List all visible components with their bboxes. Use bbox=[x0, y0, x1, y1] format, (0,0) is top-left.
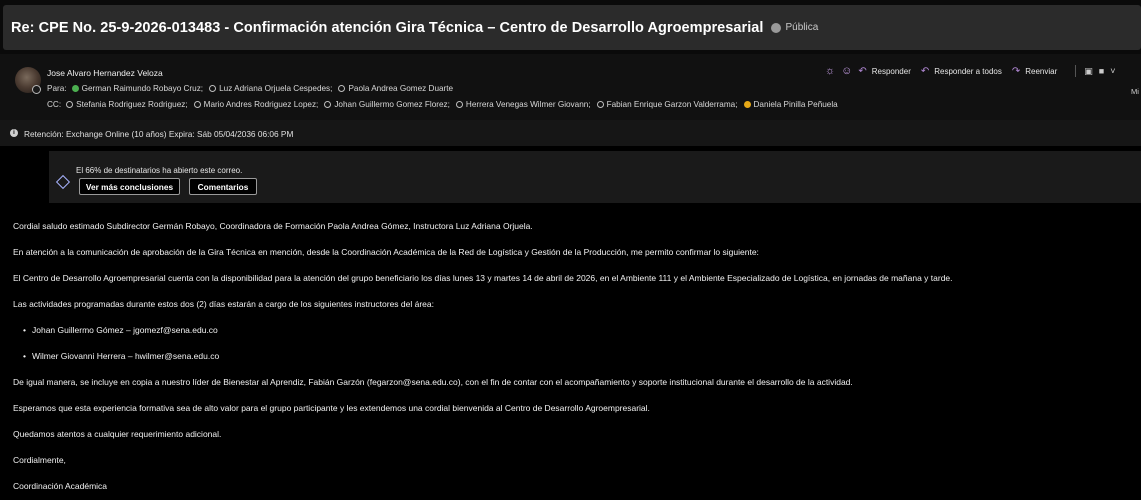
recipient[interactable]: Johan Guillermo Gomez Florez; bbox=[324, 100, 450, 109]
recipient[interactable]: Mario Andres Rodriguez Lopez; bbox=[193, 100, 319, 109]
recipient-name: Fabian Enrique Garzon Valderrama; bbox=[606, 100, 738, 109]
subject-title: Re: CPE No. 25-9-2026-013483 - Confirmac… bbox=[11, 19, 764, 36]
recipient-name: Daniela Pinilla Peñuela bbox=[753, 100, 838, 109]
cc-recipients: CC: Stefania Rodriguez Rodriguez; Mario … bbox=[47, 100, 844, 109]
recipient[interactable]: Luz Adriana Orjuela Cespedes; bbox=[209, 84, 332, 93]
view-icon[interactable]: ■ bbox=[1099, 66, 1104, 76]
reply-all-label: Responder a todos bbox=[934, 66, 1002, 76]
status-online-icon bbox=[71, 85, 79, 92]
reply-all-icon: ↶ bbox=[920, 65, 930, 77]
status-offline-icon bbox=[324, 101, 332, 108]
more-insights-button[interactable]: Ver más conclusiones bbox=[79, 178, 180, 195]
message-date: Mi bbox=[1131, 87, 1139, 96]
recipient[interactable]: Paola Andrea Gomez Duarte bbox=[338, 84, 453, 93]
recipient[interactable]: Daniela Pinilla Peñuela bbox=[743, 100, 838, 109]
status-away-icon bbox=[743, 101, 751, 108]
cc-label: CC: bbox=[47, 100, 62, 109]
sender-name[interactable]: Jose Alvaro Hernandez Veloza bbox=[47, 68, 163, 78]
toolbar-divider bbox=[1075, 65, 1077, 77]
forward-label: Reenviar bbox=[1025, 66, 1058, 76]
list-item: Johan Guillermo Gómez – jgomezf@sena.edu… bbox=[23, 325, 218, 335]
apps-icon[interactable]: ▣ bbox=[1084, 66, 1093, 77]
subject-box: Re: CPE No. 25-9-2026-013483 - Confirmac… bbox=[3, 5, 1141, 50]
forward-button[interactable]: ↷ Reenviar bbox=[1012, 66, 1057, 77]
body-paragraph: El Centro de Desarrollo Agroempresarial … bbox=[13, 273, 953, 283]
forward-icon: ↷ bbox=[1011, 65, 1021, 77]
body-paragraph: En atención a la comunicación de aprobac… bbox=[13, 247, 759, 257]
reply-icon: ↶ bbox=[858, 65, 867, 77]
to-recipients: Para: German Raimundo Robayo Cruz; Luz A… bbox=[47, 84, 459, 93]
message-actions: ☼ ☺ ↶ Responder ↶ Responder a todos ↷ Reenv… bbox=[825, 63, 1121, 79]
read-insights-panel bbox=[49, 151, 1141, 203]
body-paragraph: Cordial saludo estimado Subdirector Germ… bbox=[13, 221, 533, 231]
chevron-down-icon[interactable]: ˅ bbox=[1110, 66, 1115, 76]
status-offline-icon bbox=[66, 101, 74, 108]
sun-icon[interactable]: ☼ bbox=[825, 65, 835, 77]
retention-text: Retención: Exchange Online (10 años) Exp… bbox=[24, 129, 294, 139]
recipient[interactable]: Stefania Rodriguez Rodriguez; bbox=[66, 100, 188, 109]
recipient-name: Paola Andrea Gomez Duarte bbox=[348, 84, 454, 93]
status-offline-icon bbox=[596, 101, 604, 108]
recipient-name: Herrera Venegas Wilmer Giovann; bbox=[465, 100, 591, 109]
list-item: Wilmer Giovanni Herrera – hwilmer@sena.e… bbox=[23, 351, 219, 361]
recipient[interactable]: Fabian Enrique Garzon Valderrama; bbox=[596, 100, 738, 109]
reply-button[interactable]: ↶ Responder bbox=[858, 66, 911, 77]
to-label: Para: bbox=[47, 84, 67, 93]
globe-icon bbox=[771, 22, 782, 33]
recipient-name: Johan Guillermo Gomez Florez; bbox=[334, 100, 450, 109]
recipient-name: Luz Adriana Orjuela Cespedes; bbox=[219, 84, 333, 93]
visibility-label: Pública bbox=[785, 22, 819, 33]
body-paragraph: Quedamos atentos a cualquier requerimien… bbox=[13, 429, 222, 439]
comments-button[interactable]: Comentarios bbox=[189, 178, 257, 195]
status-offline-icon bbox=[193, 101, 201, 108]
presence-badge-icon bbox=[32, 85, 41, 94]
body-paragraph: Esperamos que esta experiencia formativa… bbox=[13, 403, 650, 413]
status-offline-icon bbox=[338, 85, 346, 92]
status-offline-icon bbox=[209, 85, 217, 92]
emoji-icon[interactable]: ☺ bbox=[841, 65, 852, 77]
recipient-name: German Raimundo Robayo Cruz; bbox=[81, 84, 204, 93]
recipient-name: Mario Andres Rodriguez Lopez; bbox=[203, 100, 319, 109]
signature: Coordinación Académica bbox=[13, 481, 108, 491]
recipient[interactable]: German Raimundo Robayo Cruz; bbox=[71, 84, 204, 93]
body-paragraph: Las actividades programadas durante esto… bbox=[13, 299, 434, 309]
visibility-badge[interactable]: Pública bbox=[771, 22, 818, 33]
info-icon: i bbox=[10, 129, 18, 137]
insights-text: El 66% de destinatarios ha abierto este … bbox=[76, 166, 243, 175]
body-paragraph: Cordialmente, bbox=[13, 455, 66, 465]
subject-header: Re: CPE No. 25-9-2026-013483 - Confirmac… bbox=[0, 0, 1141, 54]
status-offline-icon bbox=[455, 101, 463, 108]
body-paragraph: De igual manera, se incluye en copia a n… bbox=[13, 377, 853, 387]
reply-all-button[interactable]: ↶ Responder a todos bbox=[921, 66, 1002, 77]
recipient-name: Stefania Rodriguez Rodriguez; bbox=[76, 100, 188, 109]
recipient[interactable]: Herrera Venegas Wilmer Giovann; bbox=[455, 100, 591, 109]
reply-label: Responder bbox=[871, 66, 911, 76]
